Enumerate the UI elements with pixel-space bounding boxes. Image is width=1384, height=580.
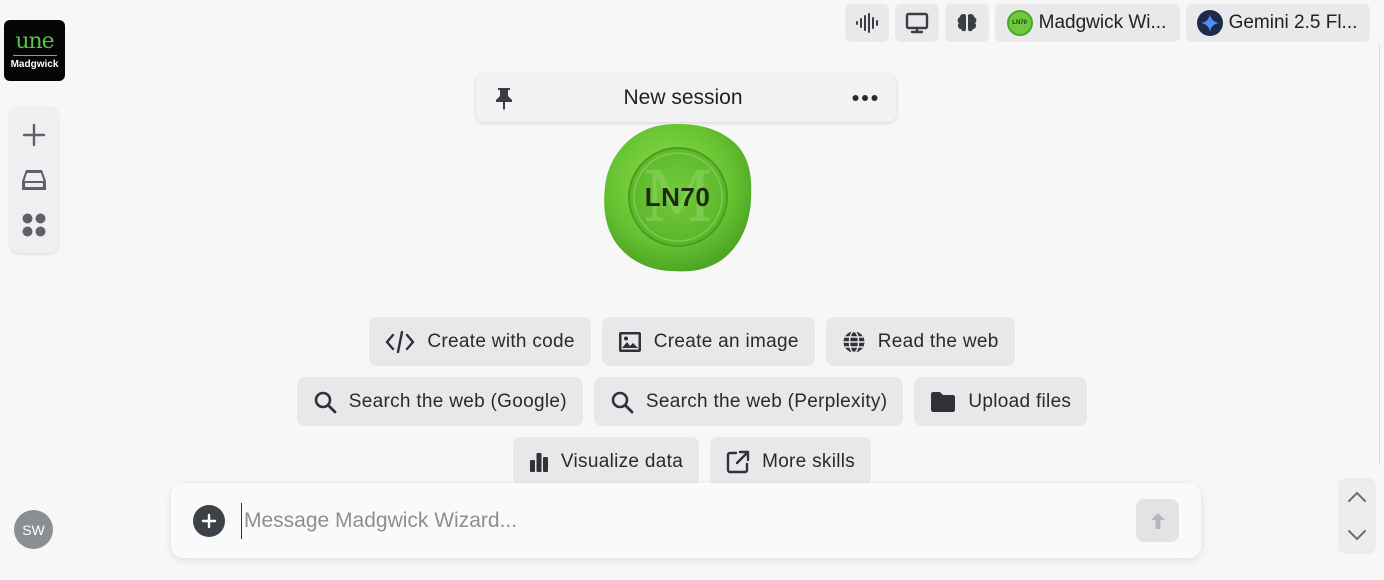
app-logo[interactable]: une Madgwick bbox=[4, 20, 65, 81]
skill-search-google[interactable]: Search the web (Google) bbox=[296, 377, 583, 426]
globe-icon bbox=[843, 330, 865, 353]
assistant-badge: LN70 bbox=[1006, 10, 1033, 36]
message-input[interactable] bbox=[241, 502, 1136, 539]
skill-label: Visualize data bbox=[560, 450, 684, 472]
audio-waveform-icon bbox=[856, 13, 878, 33]
session-more-button[interactable] bbox=[852, 94, 878, 102]
session-title[interactable]: New session bbox=[623, 86, 742, 110]
folder-icon bbox=[931, 391, 956, 412]
message-composer bbox=[171, 483, 1201, 558]
code-icon bbox=[386, 330, 415, 353]
chevron-up-icon bbox=[1348, 491, 1366, 502]
arrow-up-icon bbox=[1150, 512, 1165, 529]
pin-button[interactable] bbox=[494, 86, 514, 110]
plus-icon bbox=[22, 124, 46, 147]
image-icon bbox=[618, 331, 641, 352]
skills-row: Visualize data More skills bbox=[0, 437, 1384, 486]
scroll-down-button[interactable] bbox=[1347, 529, 1367, 541]
apps-grid-icon bbox=[22, 213, 46, 237]
skills-row: Create with code Create an image Read th… bbox=[0, 317, 1384, 366]
logo-mark: une bbox=[15, 29, 54, 54]
model-selector[interactable]: Gemini 2.5 Fl... bbox=[1186, 4, 1370, 42]
logo-divider bbox=[12, 55, 57, 56]
logo-name: Madgwick bbox=[10, 59, 59, 70]
scrollbar-track[interactable] bbox=[1379, 44, 1380, 464]
session-header: New session bbox=[476, 74, 896, 122]
skills-row: Search the web (Google) Search the web (… bbox=[0, 377, 1384, 426]
skill-upload-files[interactable]: Upload files bbox=[914, 377, 1088, 426]
send-button[interactable] bbox=[1136, 499, 1179, 542]
left-rail bbox=[10, 107, 58, 253]
assistant-label: Madgwick Wi... bbox=[1038, 12, 1167, 33]
inbox-button[interactable] bbox=[16, 162, 52, 198]
assistant-selector[interactable]: LN70 Madgwick Wi... bbox=[995, 4, 1180, 42]
pin-icon bbox=[496, 88, 512, 110]
inbox-icon bbox=[22, 169, 46, 190]
skill-read-the-web[interactable]: Read the web bbox=[825, 317, 1015, 366]
scroll-controls bbox=[1338, 478, 1376, 554]
skill-search-perplexity[interactable]: Search the web (Perplexity) bbox=[593, 377, 904, 426]
attach-button[interactable] bbox=[193, 504, 225, 537]
external-link-icon bbox=[726, 450, 750, 473]
scroll-up-button[interactable] bbox=[1347, 491, 1367, 503]
skills-panel: Create with code Create an image Read th… bbox=[0, 317, 1384, 497]
assistant-seal: M LN70 bbox=[601, 121, 754, 274]
more-horizontal-icon bbox=[852, 95, 878, 101]
app-root: une Madgwick SW LN70 Madgwick Wi... Gemi… bbox=[0, 0, 1384, 580]
gemini-icon bbox=[1196, 10, 1223, 36]
screen-share-button[interactable] bbox=[895, 4, 939, 42]
skill-visualize-data[interactable]: Visualize data bbox=[512, 437, 700, 486]
new-chat-button[interactable] bbox=[16, 117, 52, 153]
search-icon bbox=[611, 391, 634, 413]
skill-create-an-image[interactable]: Create an image bbox=[601, 317, 815, 366]
skill-create-with-code[interactable]: Create with code bbox=[369, 317, 591, 366]
seal-label: LN70 bbox=[644, 182, 711, 212]
skill-label: Search the web (Google) bbox=[348, 390, 567, 412]
skill-label: Create an image bbox=[653, 330, 799, 352]
brain-icon bbox=[957, 13, 977, 32]
plus-icon bbox=[201, 513, 217, 528]
voice-button[interactable] bbox=[845, 4, 889, 42]
skill-label: Search the web (Perplexity) bbox=[645, 390, 888, 412]
brain-button[interactable] bbox=[945, 4, 989, 42]
skill-label: More skills bbox=[762, 450, 856, 472]
skill-label: Create with code bbox=[427, 330, 575, 352]
bar-chart-icon bbox=[529, 452, 548, 472]
top-toolbar: LN70 Madgwick Wi... Gemini 2.5 Fl... bbox=[845, 4, 1370, 42]
skill-label: Upload files bbox=[968, 390, 1072, 412]
chevron-down-icon bbox=[1348, 530, 1366, 541]
skill-label: Read the web bbox=[877, 330, 999, 352]
search-icon bbox=[314, 391, 337, 413]
skill-more-skills[interactable]: More skills bbox=[710, 437, 872, 486]
apps-button[interactable] bbox=[16, 207, 52, 243]
user-avatar[interactable]: SW bbox=[14, 510, 53, 549]
monitor-icon bbox=[905, 12, 929, 34]
model-label: Gemini 2.5 Fl... bbox=[1228, 12, 1358, 33]
